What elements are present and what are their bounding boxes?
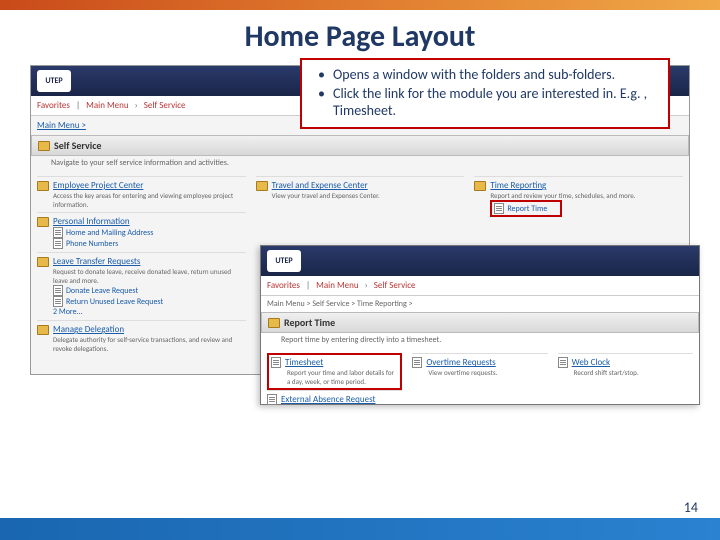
crumb-main-menu[interactable]: Main Menu — [316, 280, 358, 291]
folder-icon — [37, 325, 49, 335]
crumb-sep: | — [76, 100, 80, 111]
section-blurb: Report time by entering directly into a … — [261, 333, 699, 349]
col-3: Web Clock Record shift start/stop. — [558, 353, 693, 408]
callout-box: • Opens a window with the folders and sub… — [300, 58, 670, 129]
module-link[interactable]: Travel and Expense Center — [272, 180, 368, 191]
folder-icon — [268, 318, 280, 328]
sublink[interactable]: Return Unused Leave Request — [53, 296, 246, 307]
module-desc: View your travel and Expenses Center. — [272, 191, 465, 200]
crumb-main-menu[interactable]: Main Menu — [86, 100, 128, 111]
doc-icon — [53, 238, 63, 249]
doc-icon — [494, 203, 504, 214]
module-desc: Access the key areas for entering and vi… — [53, 191, 246, 209]
folder-icon — [256, 181, 268, 191]
section-title: Self Service — [54, 139, 101, 152]
module-desc: Report your time and labor details for a… — [287, 368, 398, 386]
breadcrumb: Favorites | Main Menu › Self Service — [261, 276, 699, 296]
section-blurb: Navigate to your self service informatio… — [31, 156, 689, 172]
module-link[interactable]: External Absence Request — [281, 394, 376, 405]
slide-content: UTEP Favorites | Main Menu › Self Servic… — [0, 55, 720, 375]
slide-top-accent — [0, 0, 720, 10]
module-desc: Record shift start/stop. — [574, 368, 693, 377]
module-desc: Delegate authority for self-service tran… — [53, 335, 246, 353]
module-columns: Timesheet Report your time and labor det… — [261, 349, 699, 412]
module-overtime: Overtime Requests View overtime requests… — [412, 353, 547, 380]
sublink[interactable]: Donate Leave Request — [53, 285, 246, 296]
crumb-sep: › — [135, 100, 138, 111]
callout-text-1: Opens a window with the folders and sub-… — [333, 66, 615, 83]
module-travel-expense: Travel and Expense Center View your trav… — [256, 176, 465, 203]
bullet-icon: • — [318, 85, 325, 119]
callout-text-2: Click the link for the module you are in… — [333, 85, 660, 119]
module-link[interactable]: Web Clock — [572, 357, 610, 368]
module-link[interactable]: Leave Transfer Requests — [53, 256, 140, 267]
module-leave-transfer: Leave Transfer Requests Request to donat… — [37, 252, 246, 320]
module-desc: Report and review your time, schedules, … — [490, 191, 683, 200]
logo-utep: UTEP — [267, 250, 301, 272]
crumb-self-service[interactable]: Self Service — [144, 100, 186, 111]
crumb-sep: › — [365, 280, 368, 291]
folder-icon — [37, 181, 49, 191]
page-number: 14 — [684, 499, 698, 516]
logo-utep: UTEP — [37, 70, 71, 92]
doc-icon — [267, 394, 277, 405]
doc-icon — [53, 285, 63, 296]
module-link[interactable]: Overtime Requests — [426, 357, 495, 368]
module-web-clock: Web Clock Record shift start/stop. — [558, 353, 693, 380]
crumb-self-service[interactable]: Self Service — [374, 280, 416, 291]
app-header: UTEP — [261, 246, 699, 276]
doc-icon — [412, 357, 422, 368]
doc-icon — [558, 357, 568, 368]
doc-icon — [53, 296, 63, 307]
sublink-report-time[interactable]: Report Time — [490, 200, 562, 217]
section-report-time: Report Time — [261, 312, 699, 333]
module-link[interactable]: Personal Information — [53, 216, 130, 227]
sublink[interactable]: Phone Numbers — [53, 238, 246, 249]
folder-icon — [38, 141, 50, 151]
module-link[interactable]: Timesheet — [285, 357, 323, 368]
sublink-more[interactable]: 2 More... — [53, 307, 246, 317]
crumb-favorites[interactable]: Favorites — [37, 100, 70, 111]
screenshot-overlay: UTEP Favorites | Main Menu › Self Servic… — [260, 245, 700, 405]
slide-title: Home Page Layout — [0, 18, 720, 55]
sublink[interactable]: Home and Mailing Address — [53, 227, 246, 238]
section-self-service: Self Service — [31, 135, 689, 156]
module-personal-info: Personal Information Home and Mailing Ad… — [37, 212, 246, 252]
module-timesheet: Timesheet Report your time and labor det… — [267, 353, 402, 390]
crumb-sep: | — [306, 280, 310, 291]
module-desc: Request to donate leave, receive donated… — [53, 267, 246, 285]
section-title: Report Time — [284, 316, 335, 329]
folder-icon — [37, 257, 49, 267]
path-text: Main Menu > Self Service > Time Reportin… — [261, 296, 699, 312]
folder-icon — [474, 181, 486, 191]
module-link[interactable]: Time Reporting — [490, 180, 546, 191]
module-ext-absence: External Absence Request — [267, 390, 402, 408]
doc-icon — [53, 227, 63, 238]
module-desc: View overtime requests. — [428, 368, 547, 377]
crumb-favorites[interactable]: Favorites — [267, 280, 300, 291]
module-link[interactable]: Manage Delegation — [53, 324, 124, 335]
folder-icon — [37, 217, 49, 227]
bullet-icon: • — [318, 66, 325, 83]
slide-footer-bar — [0, 518, 720, 540]
module-epc: Employee Project Center Access the key a… — [37, 176, 246, 212]
doc-icon — [271, 357, 281, 368]
module-time-reporting: Time Reporting Report and review your ti… — [474, 176, 683, 220]
col-1: Timesheet Report your time and labor det… — [267, 353, 402, 408]
col-2: Overtime Requests View overtime requests… — [412, 353, 547, 408]
module-manage-delegation: Manage Delegation Delegate authority for… — [37, 320, 246, 356]
col-1: Employee Project Center Access the key a… — [37, 176, 246, 356]
module-link[interactable]: Employee Project Center — [53, 180, 143, 191]
